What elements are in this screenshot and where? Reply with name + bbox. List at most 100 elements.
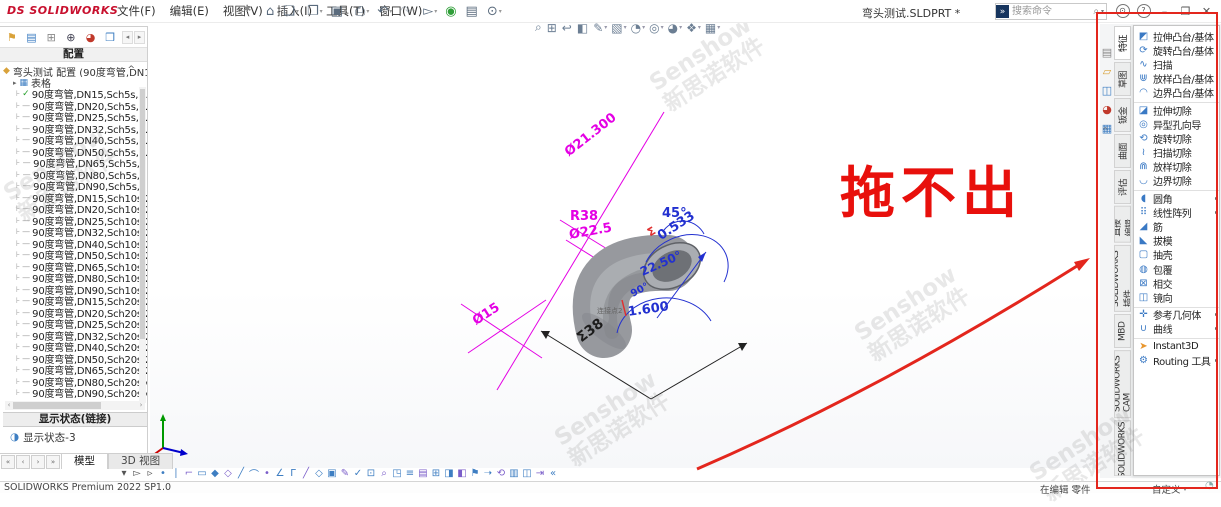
- configuration-row[interactable]: ⊦ — 90度弯管,DN50,Sch10s,2: [16, 249, 147, 261]
- sketch-tool-icon[interactable]: ⇥: [534, 468, 546, 479]
- sketch-tool-icon[interactable]: ◫: [521, 468, 533, 479]
- displaymanager-tab-icon[interactable]: ◕: [83, 30, 99, 44]
- swept-cut[interactable]: ≀ 扫描切除: [1134, 146, 1219, 160]
- panel-icon-display[interactable]: ◫: [1102, 84, 1112, 97]
- sketch-tool-icon[interactable]: ⌐: [183, 468, 195, 479]
- configuration-row[interactable]: ⊦ — 90度弯管,DN50,Sch5s,1.: [16, 146, 147, 158]
- minimize-button[interactable]: –: [1154, 0, 1175, 22]
- instant3d[interactable]: ➤ Instant3D: [1134, 338, 1219, 353]
- command-manager-tab[interactable]: SOLIDWORKS CAM: [1114, 350, 1131, 418]
- sketch-tool-icon[interactable]: •: [157, 468, 169, 479]
- mirror[interactable]: ◫ 镜向: [1134, 290, 1219, 304]
- collapse-chevron-icon[interactable]: ^: [1102, 126, 1109, 135]
- command-manager-tab[interactable]: 草图: [1114, 62, 1131, 96]
- command-manager-tab[interactable]: MBD: [1114, 314, 1131, 348]
- pin-icon[interactable]: ✱: [243, 4, 251, 15]
- sketch-tool-icon[interactable]: «: [547, 468, 559, 479]
- shell[interactable]: ▢ 抽壳: [1134, 248, 1219, 262]
- configuration-row[interactable]: ⊦ — 90度弯管,DN32,Sch5s,1.: [16, 123, 147, 135]
- sketch-tool-icon[interactable]: ╱: [235, 468, 247, 479]
- panel-icon-appearance[interactable]: ◕: [1102, 103, 1112, 116]
- sketch-tool-icon[interactable]: ⊡: [365, 468, 377, 479]
- sketch-tool-icon[interactable]: ▣: [326, 468, 338, 479]
- configuration-row[interactable]: ⊦ — 90度弯管,DN20,Sch10s,2: [16, 203, 147, 215]
- menu-item[interactable]: 编辑(E): [163, 3, 216, 19]
- open-icon[interactable]: ❐▾: [303, 4, 327, 19]
- curves[interactable]: ∪ 曲线 ▸: [1134, 322, 1219, 336]
- select-cursor-icon[interactable]: ▻▾: [419, 4, 441, 19]
- tree-root-item[interactable]: ◆ 弯头测试 配置 (90度弯管,DN15,: [3, 65, 147, 77]
- extruded-cut[interactable]: ◪ 拉伸切除: [1134, 102, 1219, 117]
- hole-wizard[interactable]: ◎ 异型孔向导: [1134, 117, 1219, 131]
- configuration-row[interactable]: ⊦ — 90度弯管,DN40,Sch20s,2: [16, 341, 147, 353]
- sketch-tool-icon[interactable]: ◧: [456, 468, 468, 479]
- tab-scroll-icon[interactable]: ›: [31, 455, 45, 469]
- horizontal-scrollbar[interactable]: ‹ ›: [5, 401, 145, 410]
- help-icon[interactable]: ?: [1133, 0, 1154, 22]
- sketch-tool-icon[interactable]: ⌕: [378, 468, 390, 479]
- sketch-tool-icon[interactable]: ⟲: [495, 468, 507, 479]
- sketch-tool-icon[interactable]: ⊞: [430, 468, 442, 479]
- configuration-row[interactable]: ⊦ — 90度弯管,DN25,Sch20s,2: [16, 318, 147, 330]
- configuration-row[interactable]: ⊦ ✓ 90度弯管,DN15,Sch5s,1.: [16, 88, 147, 100]
- configuration-row[interactable]: ⊦ — 90度弯管,DN65,Sch10s,2: [16, 261, 147, 273]
- configurationmanager-tab-icon[interactable]: ⊞: [43, 30, 59, 44]
- panel-icon-folder[interactable]: ▱: [1103, 65, 1111, 78]
- vertical-scrollbar[interactable]: [139, 87, 146, 403]
- tab-scroll-icon[interactable]: »: [46, 455, 60, 469]
- user-account-icon[interactable]: ⊙: [1112, 0, 1133, 22]
- search-dropdown-icon[interactable]: ▾: [1099, 8, 1106, 15]
- configuration-row[interactable]: ⊦ — 90度弯管,DN32,Sch10s,2: [16, 226, 147, 238]
- configuration-row[interactable]: ⊦ — 90度弯管,DN65,Sch20s,2: [16, 364, 147, 376]
- restore-button[interactable]: ❐: [1175, 0, 1196, 22]
- command-search[interactable]: » ⌕ ▾: [995, 3, 1107, 20]
- sketch-tool-icon[interactable]: ➝: [482, 468, 494, 479]
- featuremanager-tab-icon[interactable]: ⚑: [4, 30, 20, 44]
- configuration-row[interactable]: ⊦ — 90度弯管,DN25,Sch10s,2: [16, 215, 147, 227]
- sketch-tool-icon[interactable]: ◇: [313, 468, 325, 479]
- command-manager-tab[interactable]: 特征: [1114, 26, 1131, 60]
- configuration-row[interactable]: ⊦ — 90度弯管,DN25,Sch5s,1.: [16, 111, 147, 123]
- configuration-row[interactable]: ⊦ — 90度弯管,DN15,Sch10s,2: [16, 192, 147, 204]
- sketch-tool-icon[interactable]: ⌒: [248, 466, 260, 481]
- sketch-tool-icon[interactable]: ◳: [391, 468, 403, 479]
- tab-nav-right-icon[interactable]: ▸: [134, 31, 145, 44]
- configuration-row[interactable]: ⊦ — 90度弯管,DN15,Sch20s,2: [16, 295, 147, 307]
- cam-tab-icon[interactable]: ❒: [102, 30, 118, 44]
- sketch-tool-icon[interactable]: ✓: [352, 468, 364, 479]
- configuration-row[interactable]: ⊦ — 90度弯管,DN40,Sch10s,2: [16, 238, 147, 250]
- sweep[interactable]: ∿ 扫描: [1134, 57, 1219, 71]
- configuration-row[interactable]: ⊦ — 90度弯管,DN90,Sch10s,2: [16, 284, 147, 296]
- configuration-row[interactable]: ⊦ — 90度弯管,DN80,Sch5s,2: [16, 169, 147, 181]
- tab-scroll-icon[interactable]: ‹: [16, 455, 30, 469]
- intersect[interactable]: ⊠ 相交: [1134, 276, 1219, 290]
- revolved-cut[interactable]: ⟲ 旋转切除: [1134, 131, 1219, 145]
- sketch-tool-icon[interactable]: •: [261, 468, 273, 479]
- display-state-item[interactable]: ◑ 显示状态-3: [3, 427, 147, 445]
- sketch-tool-icon[interactable]: ╱: [300, 468, 312, 479]
- tree-table-item[interactable]: ▸ ▦ 表格: [13, 77, 147, 88]
- scrollbar-thumb[interactable]: [13, 402, 101, 409]
- collapse-chevron-icon[interactable]: ^: [127, 65, 135, 75]
- tab-nav-left-icon[interactable]: ◂: [122, 31, 133, 44]
- fillet[interactable]: ◖ 圆角 ▸: [1134, 190, 1219, 205]
- reference-geometry[interactable]: ✛ 参考几何体 ▸: [1134, 307, 1219, 322]
- material-icon[interactable]: ▤: [462, 4, 483, 19]
- draft[interactable]: ◣ 拔模: [1134, 234, 1219, 248]
- sketch-tool-icon[interactable]: ▤: [417, 468, 429, 479]
- configuration-row[interactable]: ⊦ — 90度弯管,DN50,Sch20s,2: [16, 353, 147, 365]
- undo-icon[interactable]: ↶▾: [373, 4, 396, 19]
- graphics-area[interactable]: [150, 22, 1100, 468]
- propertymanager-tab-icon[interactable]: ▤: [24, 30, 40, 44]
- sketch-tool-icon[interactable]: ▾: [118, 468, 130, 479]
- sketch-tool-icon[interactable]: ◆: [209, 468, 221, 479]
- command-manager-tab[interactable]: 直接编辑: [1114, 206, 1131, 243]
- status-globe-icon[interactable]: ◔: [1205, 480, 1214, 491]
- rib[interactable]: ◢ 筋: [1134, 219, 1219, 233]
- sketch-tool-icon[interactable]: ∠: [274, 468, 286, 479]
- configuration-row[interactable]: ⊦ — 90度弯管,DN90,Sch20s,4: [16, 387, 147, 399]
- menu-item[interactable]: 文件(F): [110, 3, 163, 19]
- sketch-tool-icon[interactable]: ▥: [508, 468, 520, 479]
- command-manager-tab[interactable]: SOLIDWORKS..: [1114, 420, 1131, 476]
- configuration-row[interactable]: ⊦ — 90度弯管,DN80,Sch20s,4: [16, 376, 147, 388]
